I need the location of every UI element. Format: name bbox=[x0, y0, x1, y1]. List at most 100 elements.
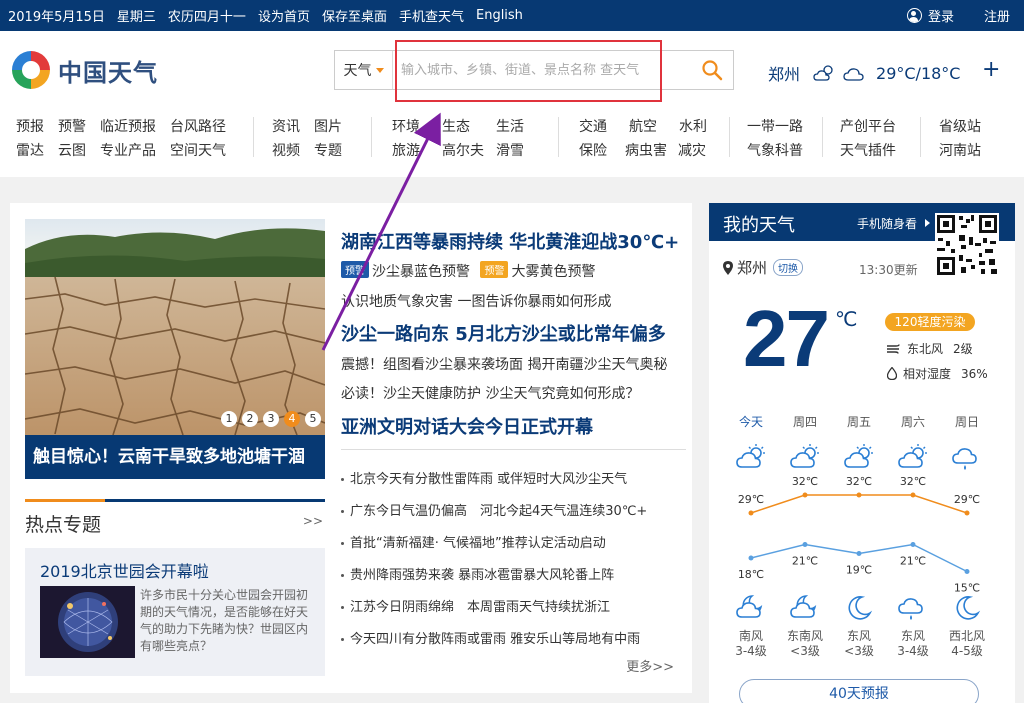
hero-carousel[interactable]: 1 2 3 4 5 触目惊心！云南干旱致多地池塘干涸 bbox=[25, 219, 325, 479]
headline-1[interactable]: 湖南江西等暴雨持续 华北黄淮迎战30℃+ bbox=[341, 228, 679, 254]
user-icon[interactable] bbox=[906, 8, 922, 23]
news-item[interactable]: 北京今天有分散性雷阵雨 或伴短时大风沙尘天气 bbox=[341, 469, 686, 501]
carousel-dot[interactable]: 3 bbox=[263, 411, 279, 427]
nav-ecology[interactable]: 生态 bbox=[442, 119, 470, 135]
set-home-link[interactable]: 设为首页 bbox=[258, 6, 310, 25]
nav-travel[interactable]: 旅游 bbox=[392, 143, 420, 159]
headline-2[interactable]: 沙尘一路向东 5月北方沙尘或比常年偏多 bbox=[341, 320, 666, 346]
caret-down-icon bbox=[375, 67, 384, 73]
current-weather[interactable]: 郑州 29°C/18°C bbox=[768, 61, 960, 85]
humidity-info: 相对湿度 36% bbox=[887, 365, 988, 382]
forecast-wind: 东风 3-4级 bbox=[897, 629, 929, 658]
english-link[interactable]: English bbox=[476, 8, 523, 23]
moon-icon bbox=[956, 596, 981, 620]
divider bbox=[341, 449, 686, 450]
site-logo[interactable]: 中国天气 bbox=[10, 49, 158, 91]
nav-golf[interactable]: 高尔夫 bbox=[442, 143, 484, 159]
temperature-unit: ℃ bbox=[835, 307, 858, 331]
low-temp-label: 15℃ bbox=[954, 582, 980, 594]
news-item[interactable]: 广东今日气温仍偏高 河北今起4天气温连续30℃+ bbox=[341, 501, 686, 533]
nav-topics[interactable]: 专题 bbox=[314, 143, 342, 159]
subline-2[interactable]: 震撼！组图看沙尘暴来袭场面 揭开南疆沙尘天气奥秘 bbox=[341, 354, 667, 374]
topic-card[interactable]: 2019北京世园会开幕啦 许多市民十分关心世园会开园初期的天气情况，是否能够在好… bbox=[25, 548, 325, 676]
current-city: 郑州 bbox=[768, 65, 801, 84]
nav-plugin[interactable]: 天气插件 bbox=[840, 143, 896, 159]
nav-cloud[interactable]: 云图 bbox=[58, 143, 86, 159]
location-pin-icon bbox=[723, 260, 733, 275]
nav-environment[interactable]: 环境 bbox=[392, 119, 420, 135]
nav-platform[interactable]: 产创平台 bbox=[840, 119, 896, 135]
nav-science[interactable]: 气象科普 bbox=[747, 143, 803, 159]
nav-belt-road[interactable]: 一带一路 bbox=[747, 119, 803, 135]
forecast-40-days-button[interactable]: 40天预报 bbox=[739, 679, 979, 703]
carousel-dot[interactable]: 1 bbox=[221, 411, 237, 427]
high-temp-label: 32℃ bbox=[900, 475, 926, 488]
nav-pests[interactable]: 病虫害 bbox=[625, 143, 667, 159]
nav-pictures[interactable]: 图片 bbox=[314, 119, 342, 135]
wind-direction: 东北风 bbox=[907, 342, 944, 356]
nav-aviation[interactable]: 航空 bbox=[629, 119, 657, 135]
news-item[interactable]: 贵州降雨强势来袭 暴雨冰雹雷暴大风轮番上阵 bbox=[341, 565, 686, 597]
news-item[interactable]: 江苏今日阴雨绵绵 本周雷雨天气持续扰浙江 bbox=[341, 597, 686, 629]
alert-link[interactable]: 沙尘暴蓝色预警 bbox=[372, 264, 470, 280]
low-temp-label: 21℃ bbox=[792, 555, 818, 568]
forecast-wind: 南风 3-4级 bbox=[735, 629, 767, 658]
search-type-select[interactable]: 天气 bbox=[335, 51, 393, 89]
nav-typhoon[interactable]: 台风路径 bbox=[170, 119, 226, 135]
nav-henan-site[interactable]: 河南站 bbox=[939, 143, 981, 159]
mobile-weather-link[interactable]: 手机查天气 bbox=[399, 6, 464, 25]
nav-video[interactable]: 视频 bbox=[272, 143, 300, 159]
more-news-link[interactable]: 更多>> bbox=[626, 656, 674, 675]
humidity-drop-icon bbox=[887, 367, 897, 380]
nav-traffic[interactable]: 交通 bbox=[579, 119, 607, 135]
hot-topics-title: 热点专题 bbox=[25, 514, 102, 536]
search-type-label: 天气 bbox=[343, 63, 372, 79]
switch-city-button[interactable]: 切换 bbox=[773, 259, 804, 276]
hot-topics-more[interactable]: >> bbox=[303, 514, 323, 528]
nav-insurance[interactable]: 保险 bbox=[579, 143, 607, 159]
cloudy-night-icon bbox=[843, 68, 864, 81]
low-temp-point bbox=[748, 555, 754, 561]
logo-icon bbox=[12, 51, 50, 89]
nav-divider bbox=[920, 117, 921, 157]
nav-disaster[interactable]: 减灾 bbox=[678, 143, 706, 159]
carousel-dot[interactable]: 2 bbox=[242, 411, 258, 427]
aqi-badge[interactable]: 120轻度污染 bbox=[885, 313, 975, 331]
nav-products[interactable]: 专业产品 bbox=[100, 143, 156, 159]
nav-water[interactable]: 水利 bbox=[679, 119, 707, 135]
nav-group-province: 省级站 河南站 bbox=[939, 115, 995, 163]
save-desktop-link[interactable]: 保存至桌面 bbox=[322, 6, 387, 25]
nav-news[interactable]: 资讯 bbox=[272, 119, 300, 135]
add-city-button[interactable]: + bbox=[982, 57, 1000, 82]
login-link[interactable]: 登录 bbox=[928, 6, 954, 25]
moon-icon bbox=[848, 596, 873, 620]
hero-caption[interactable]: 触目惊心！云南干旱致多地池塘干涸 bbox=[25, 435, 325, 479]
nav-life[interactable]: 生活 bbox=[496, 119, 524, 135]
alert-link[interactable]: 大雾黄色预警 bbox=[511, 264, 595, 280]
subline-1[interactable]: 认识地质气象灾害 一图告诉你暴雨如何形成 bbox=[341, 291, 611, 311]
current-temps: 29°C/18°C bbox=[876, 63, 961, 83]
nav-forecast[interactable]: 预报 bbox=[16, 119, 44, 135]
register-link[interactable]: 注册 bbox=[984, 6, 1010, 25]
nav-divider bbox=[253, 117, 254, 157]
headline-3[interactable]: 亚洲文明对话大会今日正式开幕 bbox=[341, 413, 593, 439]
news-item[interactable]: 首批“清新福建· 气候福地”推荐认定活动启动 bbox=[341, 533, 686, 565]
nav-warning[interactable]: 预警 bbox=[58, 119, 86, 135]
nav-nowcast[interactable]: 临近预报 bbox=[100, 119, 156, 135]
mobile-view-link[interactable]: 手机随身看 bbox=[857, 215, 917, 232]
nav-province-sites[interactable]: 省级站 bbox=[939, 119, 981, 135]
my-weather-panel: 我的天气 手机随身看 郑州 切换 13:30更新 27 ℃ 120轻度污染 东北… bbox=[709, 203, 1015, 703]
carousel-dot-active[interactable]: 4 bbox=[284, 411, 300, 427]
topic-image bbox=[40, 586, 135, 658]
nav-ski[interactable]: 滑雪 bbox=[496, 143, 524, 159]
nav-space[interactable]: 空间天气 bbox=[170, 143, 226, 159]
topic-title[interactable]: 2019北京世园会开幕啦 bbox=[40, 558, 209, 582]
alert-line: 预警 沙尘暴蓝色预警 预警 大雾黄色预警 bbox=[341, 261, 595, 281]
cloudy-night-icon bbox=[790, 595, 817, 618]
high-temp-label: 32℃ bbox=[846, 475, 872, 488]
search-icon[interactable] bbox=[701, 59, 723, 81]
carousel-dot[interactable]: 5 bbox=[305, 411, 321, 427]
nav-radar[interactable]: 雷达 bbox=[16, 143, 44, 159]
subline-3[interactable]: 必读！沙尘天健康防护 沙尘天气究竟如何形成？ bbox=[341, 383, 639, 403]
low-temp-point bbox=[802, 542, 808, 547]
